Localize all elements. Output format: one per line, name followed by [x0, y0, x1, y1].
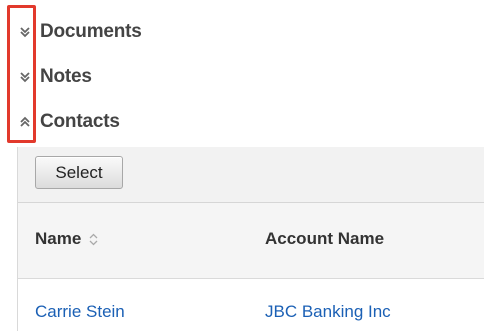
column-header-name[interactable]: Name: [35, 229, 98, 249]
chevron-double-down-icon[interactable]: [16, 68, 34, 86]
table-row: Carrie Stein JBC Banking Inc: [18, 279, 484, 331]
subpanel-header-notes[interactable]: Notes: [16, 63, 92, 91]
contact-name-link[interactable]: Carrie Stein: [35, 302, 125, 322]
subpanel-header-contacts[interactable]: Contacts: [16, 108, 120, 136]
sort-arrows-icon[interactable]: [89, 233, 98, 246]
chevron-double-down-icon[interactable]: [16, 23, 34, 41]
subpanel-title-notes[interactable]: Notes: [40, 66, 92, 88]
subpanel-header-documents[interactable]: Documents: [16, 18, 142, 46]
subpanel-toolbar: Select: [18, 147, 484, 203]
select-button[interactable]: Select: [35, 156, 123, 189]
column-header-account-name: Account Name: [265, 229, 384, 249]
contacts-subpanel: Select Name Account Name Carrie Stein JB…: [17, 147, 484, 331]
column-header-label: Account Name: [265, 229, 385, 248]
account-name-link[interactable]: JBC Banking Inc: [265, 302, 391, 322]
column-header-label: Name: [35, 229, 82, 248]
chevron-double-up-icon[interactable]: [16, 113, 34, 131]
table-header: Name Account Name: [18, 203, 484, 279]
subpanel-title-contacts[interactable]: Contacts: [40, 111, 120, 133]
subpanel-title-documents[interactable]: Documents: [40, 21, 142, 43]
